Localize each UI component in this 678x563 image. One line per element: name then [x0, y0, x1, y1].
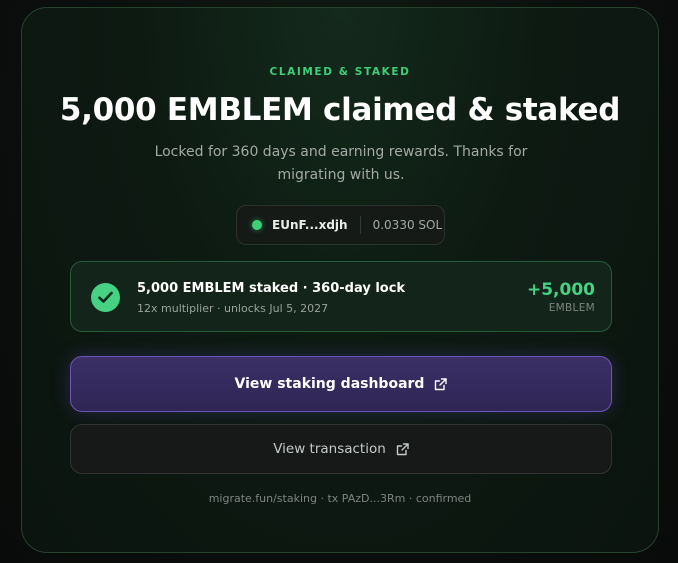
- external-link-icon: [435, 377, 448, 390]
- wallet-divider: [359, 216, 361, 234]
- wallet-balance: 0.0330 SOL: [372, 218, 443, 232]
- check-circle-icon: [91, 283, 120, 312]
- external-link-icon: [396, 442, 409, 455]
- success-card: CLAIMED & STAKED 5,000 EMBLEM claimed & …: [21, 7, 659, 553]
- dashboard-button-label: View staking dashboard: [234, 376, 425, 392]
- transaction-footer: migrate.fun/staking · tx PAzD...3Rm · co…: [208, 492, 472, 505]
- stake-title: 5,000 EMBLEM staked · 360-day lock: [137, 281, 406, 296]
- page-title: 5,000 EMBLEM claimed & staked: [59, 92, 621, 128]
- transaction-button-label: View transaction: [273, 441, 386, 457]
- stake-summary-row: 5,000 EMBLEM staked · 360-day lock 12x m…: [70, 261, 612, 332]
- status-eyebrow: CLAIMED & STAKED: [269, 66, 411, 78]
- view-transaction-button[interactable]: View transaction: [70, 424, 612, 474]
- wallet-address: EUnF...xdjh: [272, 218, 348, 232]
- stake-amount: +5,000: [526, 280, 595, 300]
- view-staking-dashboard-button[interactable]: View staking dashboard: [70, 356, 612, 412]
- wallet-chip[interactable]: EUnF...xdjh 0.0330 SOL: [236, 205, 445, 245]
- page-background: CLAIMED & STAKED 5,000 EMBLEM claimed & …: [0, 0, 678, 563]
- stake-token-unit: EMBLEM: [548, 302, 595, 314]
- connected-status-dot: [252, 220, 262, 230]
- stake-details: 12x multiplier · unlocks Jul 5, 2027: [137, 302, 329, 315]
- page-subtitle: Locked for 360 days and earning rewards.…: [154, 144, 528, 183]
